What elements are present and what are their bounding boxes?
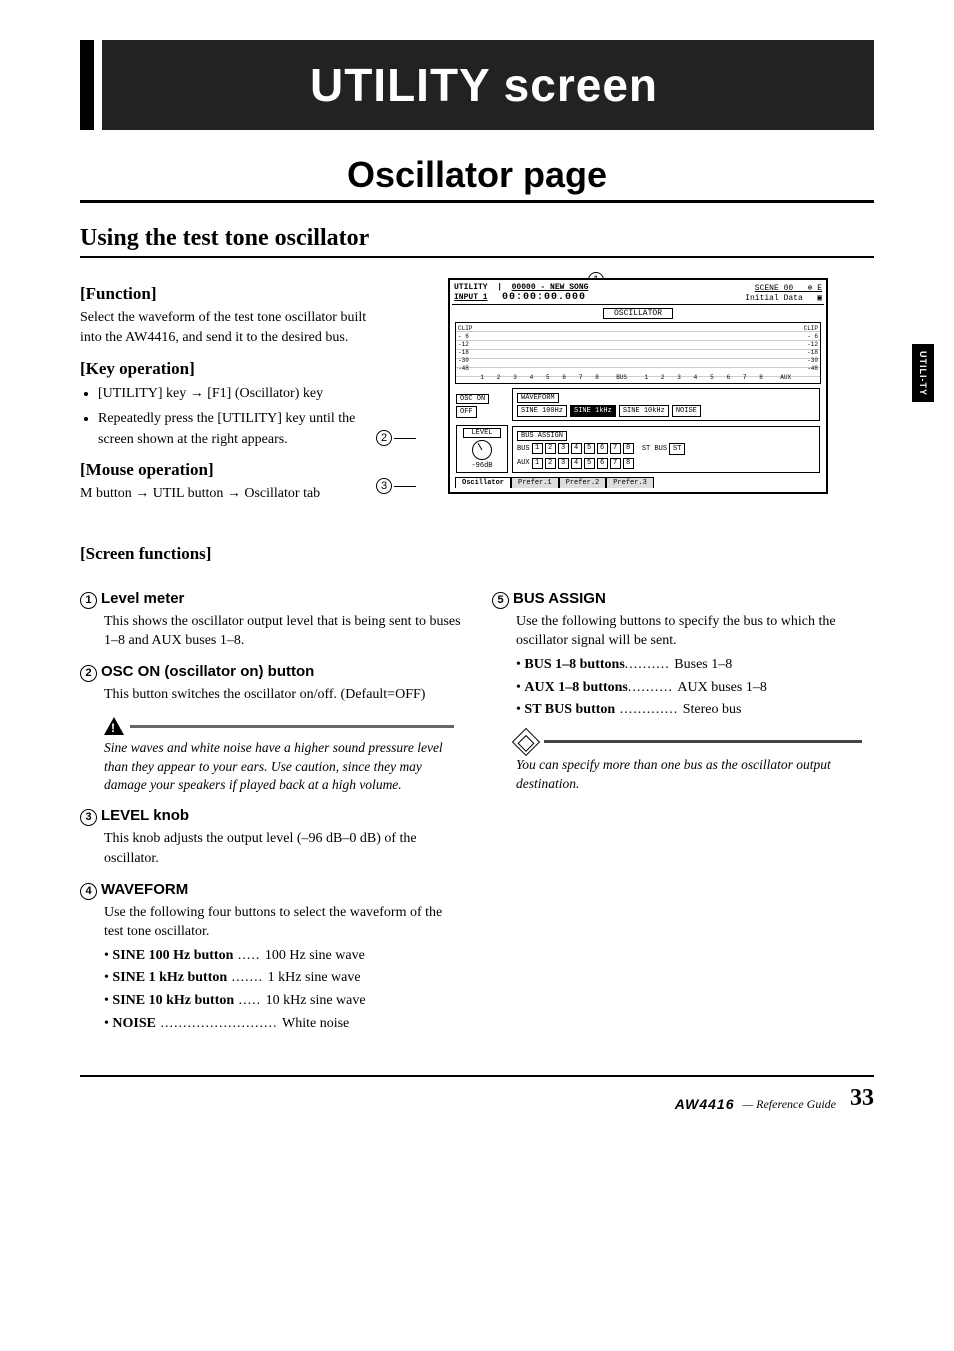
footer-model: AW4416	[675, 1096, 735, 1112]
page-title: Oscillator page	[80, 154, 874, 196]
rule	[80, 200, 874, 203]
bus-4-button[interactable]: 4	[571, 443, 582, 454]
bus-2-button[interactable]: 2	[545, 443, 556, 454]
list-item: Repeatedly press the [UTILITY] key until…	[98, 408, 376, 450]
bus-7-button[interactable]: 7	[610, 443, 621, 454]
waveform-group: WAVEFORM SINE 100Hz SINE 1kHz SINE 10kHz…	[512, 388, 820, 421]
thumb-tab: UTILI-TY	[912, 344, 934, 402]
level-meter: CLIP- 6-12 -18-30-48 CLIP- 6-12 -18-30-4…	[455, 322, 821, 384]
mouseop-body: M button → UTIL button → Oscillator tab	[80, 484, 376, 504]
page-footer: AW4416 — Reference Guide 33	[80, 1075, 874, 1112]
tab-oscillator[interactable]: Oscillator	[455, 477, 511, 488]
mouseop-heading: [Mouse operation]	[80, 460, 376, 480]
aux-8-button[interactable]: 8	[623, 458, 634, 469]
aux-4-button[interactable]: 4	[571, 458, 582, 469]
bus-3-button[interactable]: 3	[558, 443, 569, 454]
lcd-header: UTILITY | 00000 - NEW SONG INPUT 1 00:00…	[452, 282, 824, 305]
bus-1-button[interactable]: 1	[532, 443, 543, 454]
level-label: LEVEL	[463, 428, 501, 438]
noise-button[interactable]: NOISE	[672, 405, 701, 417]
callout-line	[394, 486, 416, 487]
aux-1-button[interactable]: 1	[532, 458, 543, 469]
tip-icon	[512, 728, 540, 756]
section-title: Using the test tone oscillator	[80, 225, 874, 252]
sine-100hz-button[interactable]: SINE 100Hz	[517, 405, 567, 417]
bus-6-button[interactable]: 6	[597, 443, 608, 454]
level-knob[interactable]	[472, 440, 492, 460]
oscillator-title-chip: OSCILLATOR	[603, 308, 673, 319]
fn-3: 3LEVEL knob This knob adjusts the output…	[80, 807, 462, 868]
lcd-screenshot: UTILITY | 00000 - NEW SONG INPUT 1 00:00…	[448, 278, 828, 494]
warning-icon	[104, 717, 124, 735]
aux-3-button[interactable]: 3	[558, 458, 569, 469]
osc-on-label: OSC ON	[456, 394, 489, 404]
keyop-list: [UTILITY] key → [F1] (Oscillator) key Re…	[80, 383, 376, 450]
page-number: 33	[850, 1085, 874, 1112]
aux-5-button[interactable]: 5	[584, 458, 595, 469]
caution-note: Sine waves and white noise have a higher…	[104, 717, 462, 796]
fn-4: 4WAVEFORM Use the following four buttons…	[80, 881, 462, 1034]
waveform-label: WAVEFORM	[517, 393, 559, 403]
fn-5: 5BUS ASSIGN Use the following buttons to…	[492, 590, 874, 720]
bus-assign-label: BUS ASSIGN	[517, 431, 567, 441]
rule	[80, 256, 874, 258]
sine-10khz-button[interactable]: SINE 10kHz	[619, 405, 669, 417]
chapter-title: UTILITY screen	[94, 58, 874, 112]
footer-guide: — Reference Guide	[742, 1097, 836, 1112]
stbus-label: ST BUS	[642, 445, 667, 453]
callout-3: 3	[376, 478, 392, 494]
tabs: Oscillator Prefer.1 Prefer.2 Prefer.3	[455, 477, 821, 488]
level-group: LEVEL -96dB	[456, 425, 508, 473]
bus-label: BUS	[517, 445, 530, 453]
tip-note: You can specify more than one bus as the…	[516, 732, 874, 794]
sine-1khz-button[interactable]: SINE 1kHz	[570, 405, 616, 417]
aux-label: AUX	[517, 459, 530, 467]
bus-assign-group: BUS ASSIGN BUS 1 2 3 4 5 6 7 8	[512, 426, 820, 473]
level-value: -96dB	[459, 462, 505, 470]
function-heading: [Function]	[80, 284, 376, 304]
aux-6-button[interactable]: 6	[597, 458, 608, 469]
list-item: [UTILITY] key → [F1] (Oscillator) key	[98, 383, 376, 404]
osc-off-button[interactable]: OFF	[456, 406, 477, 418]
function-body: Select the waveform of the test tone osc…	[80, 308, 376, 349]
aux-7-button[interactable]: 7	[610, 458, 621, 469]
bus-8-button[interactable]: 8	[623, 443, 634, 454]
tab-prefer-3[interactable]: Prefer.3	[606, 477, 654, 488]
callout-2: 2	[376, 430, 392, 446]
bus-5-button[interactable]: 5	[584, 443, 595, 454]
st-bus-button[interactable]: ST	[669, 443, 685, 455]
fn-1: 1Level meter This shows the oscillator o…	[80, 590, 462, 651]
aux-2-button[interactable]: 2	[545, 458, 556, 469]
fn-2: 2OSC ON (oscillator on) button This butt…	[80, 663, 462, 705]
keyop-heading: [Key operation]	[80, 359, 376, 379]
callout-line	[394, 438, 416, 439]
tab-prefer-2[interactable]: Prefer.2	[559, 477, 607, 488]
tab-prefer-1[interactable]: Prefer.1	[511, 477, 559, 488]
chapter-banner: UTILITY screen	[80, 40, 874, 130]
screen-functions-heading: [Screen functions]	[80, 544, 874, 564]
